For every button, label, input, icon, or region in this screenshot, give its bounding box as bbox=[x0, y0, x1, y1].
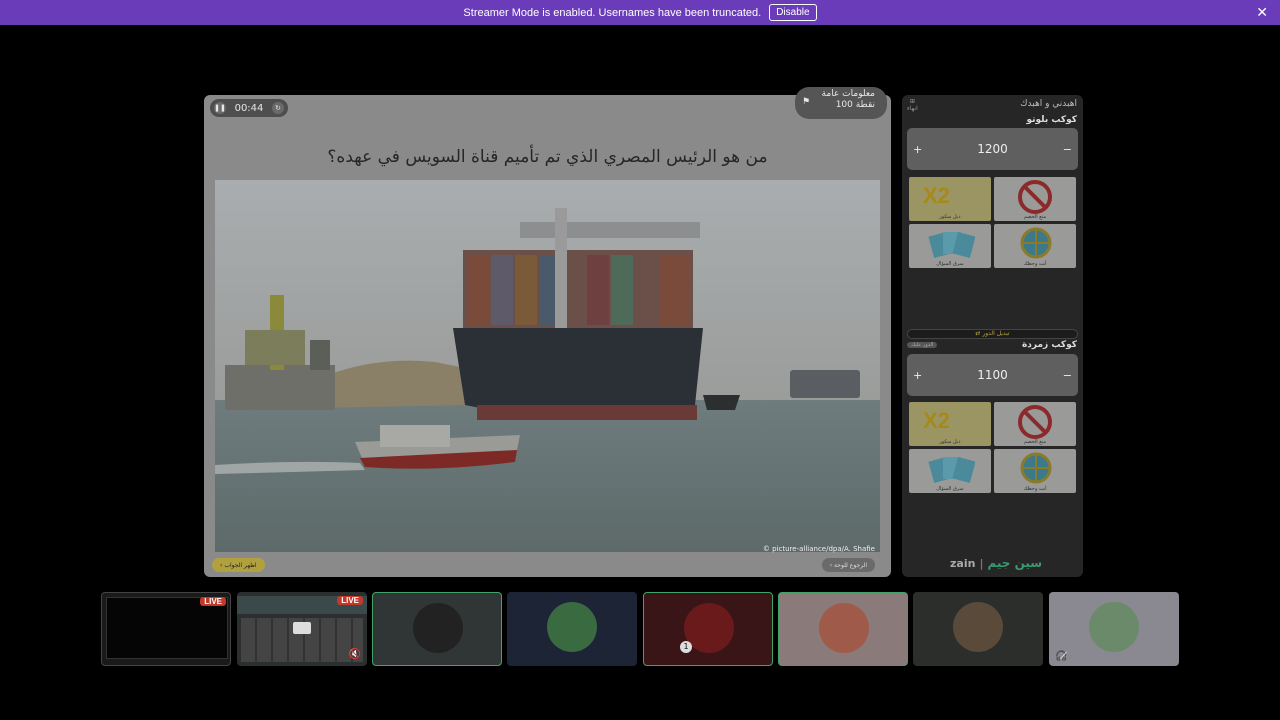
question-text: من هو الرئيس المصري الذي تم تأميم قناة ا… bbox=[327, 147, 768, 167]
muted-icon: 🔇 bbox=[348, 649, 361, 660]
avatar bbox=[1089, 602, 1139, 652]
team-2-score: 1100 bbox=[977, 368, 1008, 382]
flag-icon[interactable]: ⚑ bbox=[802, 97, 810, 108]
participant-tile[interactable] bbox=[778, 592, 908, 666]
steal-lifeline[interactable]: سرق السؤال bbox=[909, 224, 991, 268]
lifeline-caption: سرق السؤال bbox=[936, 261, 964, 267]
streamer-mode-banner: Streamer Mode is enabled. Usernames have… bbox=[0, 0, 1280, 25]
lifeline-caption: سرق السؤال bbox=[936, 486, 964, 492]
block-lifeline[interactable]: منع الخصم bbox=[994, 402, 1076, 446]
disable-streamer-mode-button[interactable]: Disable bbox=[769, 4, 817, 21]
double-score-icon: X2 bbox=[923, 183, 950, 208]
photo-credit: © picture-alliance/dpa/A. Shafie bbox=[762, 545, 875, 553]
block-lifeline[interactable]: منع الخصم bbox=[994, 177, 1076, 221]
pause-icon[interactable]: ❚❚ bbox=[214, 102, 226, 114]
avatar bbox=[953, 602, 1003, 652]
decrement-icon[interactable]: − bbox=[1063, 369, 1072, 382]
double-score-lifeline[interactable]: X2 دبل سكور bbox=[909, 177, 991, 221]
no-answer-icon bbox=[1018, 405, 1052, 439]
lifeline-caption: أنت وحظك bbox=[1023, 261, 1047, 267]
wheel-icon bbox=[1020, 452, 1052, 484]
avatar bbox=[547, 602, 597, 652]
lifeline-caption: أنت وحظك bbox=[1023, 486, 1047, 492]
back-to-board-button[interactable]: ‹ الرجوع للوحة bbox=[821, 558, 875, 572]
clock-badge-icon: 1 bbox=[680, 641, 692, 653]
stream-preview bbox=[106, 597, 228, 659]
show-answer-label: اظهر الجواب bbox=[224, 561, 257, 569]
exit-label: انهاء bbox=[907, 105, 918, 112]
category-badge: ⚑ معلومات عامة 100 نقطة bbox=[795, 87, 887, 119]
sponsor-logo: zain | سين جيم bbox=[950, 556, 1043, 570]
game-title: اهبدني و اهبدك bbox=[1020, 99, 1077, 109]
double-score-icon: X2 bbox=[923, 408, 950, 433]
lifeline-caption: دبل سكور bbox=[939, 439, 961, 445]
team-1-name: كوكب بلوتو bbox=[1026, 115, 1078, 125]
team-2-score-stepper: + 1100 − bbox=[907, 354, 1078, 396]
participant-tile[interactable] bbox=[507, 592, 637, 666]
live-badge: LIVE bbox=[337, 596, 363, 605]
participant-tile[interactable]: 🎧̸ bbox=[1049, 592, 1179, 666]
streamer-mode-message: Streamer Mode is enabled. Usernames have… bbox=[463, 6, 762, 19]
participant-tile[interactable]: 1 bbox=[643, 592, 773, 666]
increment-icon[interactable]: + bbox=[913, 369, 922, 382]
exit-button[interactable]: ⊞ انهاء bbox=[907, 98, 918, 112]
deafened-icon: 🎧̸ bbox=[1055, 651, 1068, 662]
timer-value: 00:44 bbox=[234, 102, 264, 114]
participant-stream-2[interactable]: LIVE 🔇 bbox=[237, 592, 367, 666]
team-1-score: 1200 bbox=[977, 142, 1008, 156]
question-image bbox=[215, 180, 880, 552]
switch-turn-label: تبديل الدور bbox=[982, 330, 1010, 337]
avatar bbox=[819, 603, 869, 653]
no-answer-icon bbox=[1018, 180, 1052, 214]
scoreboard-panel: ⊞ انهاء اهبدني و اهبدك كوكب بلوتو + 1200… bbox=[902, 95, 1083, 577]
participant-tile[interactable] bbox=[913, 592, 1043, 666]
turn-badge: الدور عليك bbox=[907, 342, 938, 348]
category-points: 100 نقطة bbox=[835, 100, 875, 110]
team-2-lifelines: X2 دبل سكور منع الخصم سرق السؤال أنت وحظ… bbox=[909, 402, 1076, 493]
lifeline-caption: دبل سكور bbox=[939, 214, 961, 220]
increment-icon[interactable]: + bbox=[913, 143, 922, 156]
category-name: معلومات عامة bbox=[821, 89, 875, 99]
lifeline-caption: منع الخصم bbox=[1023, 439, 1047, 445]
luck-lifeline[interactable]: أنت وحظك bbox=[994, 224, 1076, 268]
participant-tile[interactable] bbox=[372, 592, 502, 666]
back-to-board-label: الرجوع للوحة bbox=[834, 561, 867, 569]
brand-logo: سين جيم bbox=[987, 556, 1043, 570]
live-badge: LIVE bbox=[200, 597, 226, 606]
exit-icon: ⊞ bbox=[909, 98, 915, 105]
cards-icon bbox=[928, 232, 975, 258]
cards-icon bbox=[928, 457, 975, 483]
timer: ❚❚ 00:44 ↻ bbox=[210, 99, 288, 117]
show-answer-button[interactable]: ‹ اظهر الجواب bbox=[212, 558, 265, 572]
reset-icon[interactable]: ↻ bbox=[271, 102, 284, 114]
double-score-lifeline[interactable]: X2 دبل سكور bbox=[909, 402, 991, 446]
zain-logo: zain bbox=[950, 556, 976, 570]
team-2-name: كوكب زمردة bbox=[1021, 340, 1077, 350]
lifeline-caption: منع الخصم bbox=[1023, 214, 1047, 220]
participant-stream-1[interactable]: LIVE bbox=[101, 592, 231, 666]
question-card: ❚❚ 00:44 ↻ ⚑ معلومات عامة 100 نقطة من هو… bbox=[204, 87, 891, 577]
team-1-score-stepper: + 1200 − bbox=[907, 128, 1078, 170]
wheel-icon bbox=[1020, 227, 1052, 259]
screen-share-icon bbox=[293, 622, 311, 634]
switch-turn-button[interactable]: ⇄ تبديل الدور bbox=[907, 329, 1078, 339]
close-icon[interactable]: ✕ bbox=[1256, 4, 1268, 21]
steal-lifeline[interactable]: سرق السؤال bbox=[909, 449, 991, 493]
luck-lifeline[interactable]: أنت وحظك bbox=[994, 449, 1076, 493]
decrement-icon[interactable]: − bbox=[1063, 143, 1072, 156]
team-1-lifelines: X2 دبل سكور منع الخصم سرق السؤال أنت وحظ… bbox=[909, 177, 1076, 268]
avatar bbox=[413, 603, 463, 653]
